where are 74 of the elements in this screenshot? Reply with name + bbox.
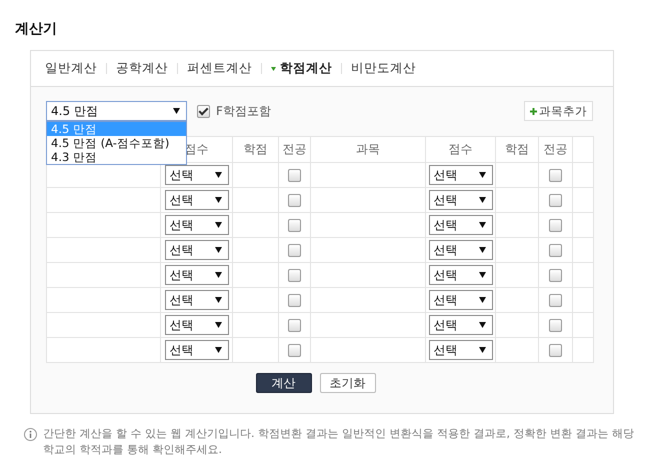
grade-select[interactable]: 선택 (164, 215, 228, 235)
grade-select[interactable]: 선택 (428, 190, 492, 210)
major-checkbox[interactable] (549, 194, 562, 208)
scale-select[interactable]: 4.5 만점 (46, 101, 187, 121)
caret-icon (214, 272, 222, 278)
major-checkbox[interactable] (549, 219, 562, 232)
caret-icon (478, 247, 486, 253)
dropdown-option[interactable]: 4.3 만점 (47, 150, 186, 164)
caret-icon (214, 247, 222, 253)
tab[interactable]: 일반계산 (39, 60, 103, 77)
major-checkbox[interactable] (288, 319, 301, 332)
checkbox[interactable] (197, 104, 210, 118)
caret-icon (478, 322, 486, 328)
major-checkbox[interactable] (549, 319, 562, 332)
grade-select[interactable]: 선택 (428, 340, 492, 360)
info-icon (24, 428, 37, 441)
tab[interactable]: 학점계산 (265, 60, 338, 77)
caret-icon (214, 197, 222, 203)
column-header: 학점 (232, 136, 278, 162)
grade-select[interactable]: 선택 (164, 315, 228, 335)
major-checkbox[interactable] (288, 194, 301, 208)
major-checkbox[interactable] (288, 169, 301, 182)
major-checkbox[interactable] (549, 244, 562, 258)
grade-select[interactable]: 선택 (428, 265, 492, 285)
grade-select[interactable]: 선택 (164, 190, 228, 210)
caret-icon (214, 172, 222, 178)
grade-select[interactable]: 선택 (428, 290, 492, 310)
grade-select[interactable]: 선택 (164, 340, 228, 360)
reset-button[interactable]: 초기화 (320, 373, 376, 393)
caret-icon (478, 297, 486, 303)
column-header: 과목 (310, 136, 426, 162)
major-checkbox[interactable] (288, 219, 301, 232)
column-header: 전공 (278, 136, 310, 162)
major-checkbox[interactable] (549, 269, 562, 282)
column-header: 전공 (538, 136, 572, 162)
caret-icon (214, 297, 222, 303)
caret-icon (478, 272, 486, 278)
grade-select[interactable]: 선택 (428, 165, 492, 185)
caret-icon (478, 222, 486, 228)
grade-select[interactable]: 선택 (164, 165, 228, 185)
tab[interactable]: 비만도계산 (345, 60, 422, 77)
major-checkbox[interactable] (549, 294, 562, 308)
major-checkbox[interactable] (288, 294, 301, 308)
tab[interactable]: 퍼센트계산 (181, 60, 258, 77)
caret-icon (173, 108, 180, 114)
checkbox-label: F학점포함 (216, 102, 271, 120)
major-checkbox[interactable] (288, 269, 301, 282)
major-checkbox[interactable] (549, 169, 562, 182)
dropdown-option[interactable]: 4.5 만점 (A-점수포함) (47, 136, 186, 150)
grade-select[interactable]: 선택 (428, 215, 492, 235)
major-checkbox[interactable] (549, 344, 562, 358)
grade-select[interactable]: 선택 (164, 265, 228, 285)
calculate-button[interactable]: 계산 (256, 373, 312, 393)
note-text: 간단한 계산을 할 수 있는 웹 계산기입니다. 학점변환 결과는 일반적인 변환식을 적용한 결과로, 정확한 변환 결과는 해당 (43, 426, 634, 442)
caret-icon (478, 197, 486, 203)
major-checkbox[interactable] (288, 344, 301, 358)
grade-select[interactable]: 선택 (164, 290, 228, 310)
caret-icon (478, 172, 486, 178)
caret-icon (214, 222, 222, 228)
tab[interactable]: 공학계산 (110, 60, 174, 77)
grade-select[interactable]: 선택 (428, 240, 492, 260)
column-header: 학점 (496, 136, 538, 162)
caret-icon (478, 347, 486, 353)
grade-select[interactable]: 선택 (164, 240, 228, 260)
grade-select[interactable]: 선택 (428, 315, 492, 335)
caret-icon (214, 322, 222, 328)
page-title: 계산기 (15, 20, 58, 38)
triangle-icon (271, 66, 276, 70)
add-subject-button[interactable]: 과목추가 (524, 101, 593, 121)
major-checkbox[interactable] (288, 244, 301, 258)
note-text: 학교의 학적과를 통해 확인해주세요. (43, 442, 223, 458)
plus-icon (530, 108, 537, 114)
caret-icon (214, 347, 222, 353)
column-header: 점수 (426, 136, 496, 162)
